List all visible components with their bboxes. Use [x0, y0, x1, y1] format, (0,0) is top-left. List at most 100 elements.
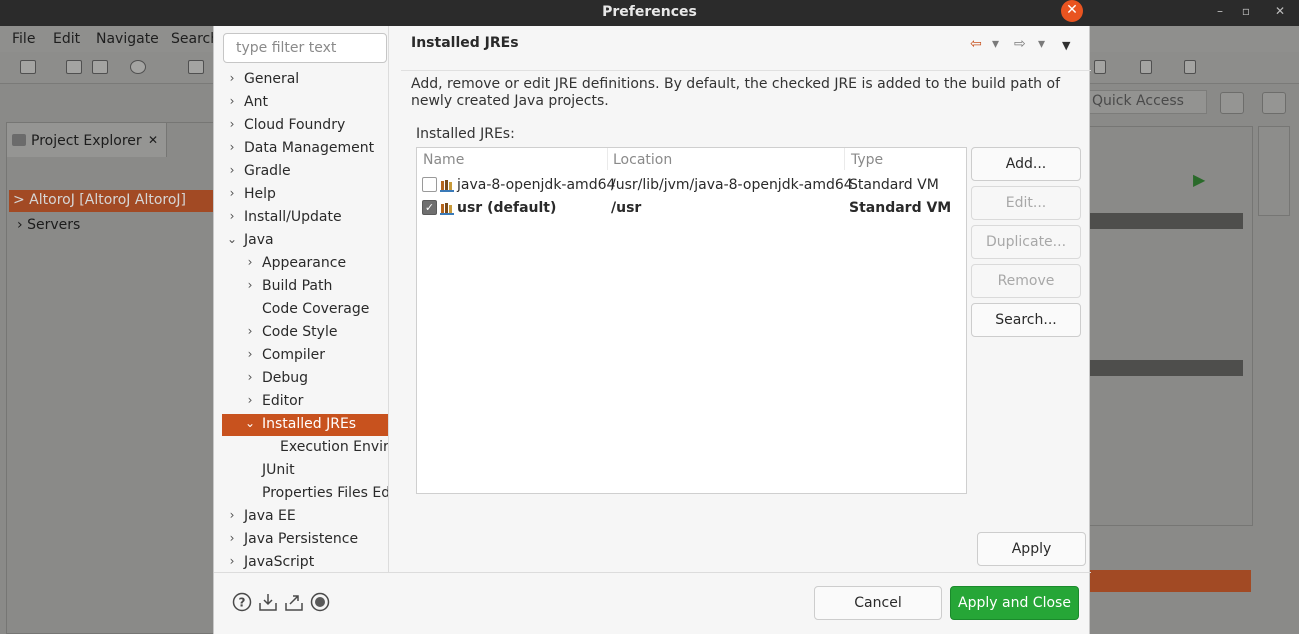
right-panel-bar-2 — [1089, 360, 1243, 376]
tree-item[interactable]: › Java Persistence — [222, 529, 388, 551]
project-explorer-tab[interactable]: Project Explorer ✕ — [7, 123, 167, 157]
remove-button[interactable]: Remove — [971, 264, 1081, 298]
column-header-name[interactable]: Name — [423, 152, 464, 168]
search-button[interactable]: Search... — [971, 303, 1081, 337]
tree-item[interactable]: › Build Path — [222, 276, 388, 298]
run-icon[interactable]: ▶ — [1193, 170, 1205, 189]
tree-item[interactable]: Properties Files Editor — [222, 483, 388, 505]
project-item-altoroj[interactable]: > AltoroJ [AltoroJ AltoroJ] — [9, 190, 215, 212]
tree-item[interactable]: Code Coverage — [222, 299, 388, 321]
duplicate-button[interactable]: Duplicate... — [971, 225, 1081, 259]
window-title: Preferences — [602, 4, 697, 20]
cancel-button[interactable]: Cancel — [814, 586, 942, 620]
menu-edit[interactable]: Edit — [53, 31, 80, 47]
expand-arrow-icon[interactable]: › — [244, 370, 256, 384]
tree-item-label: Code Style — [262, 324, 338, 340]
expand-arrow-icon[interactable]: › — [226, 163, 238, 177]
forward-history-icon[interactable]: ▾ — [1038, 36, 1045, 52]
tree-item[interactable]: ⌄ Java — [222, 230, 388, 252]
expand-arrow-icon[interactable]: › — [226, 71, 238, 85]
jre-checkbox[interactable] — [422, 177, 437, 192]
menu-file[interactable]: File — [12, 31, 35, 47]
tree-item[interactable]: Execution Environments — [222, 437, 388, 459]
nav-next-icon[interactable] — [1184, 60, 1196, 74]
tree-item[interactable]: › Code Style — [222, 322, 388, 344]
expand-arrow-icon[interactable]: › — [226, 94, 238, 108]
window-close-icon[interactable]: ✕ — [1270, 4, 1290, 18]
record-icon[interactable] — [310, 592, 330, 612]
expand-arrow-icon[interactable]: › — [244, 347, 256, 361]
table-row[interactable]: ✓ usr (default) /usr Standard VM — [417, 197, 966, 219]
back-arrow-icon[interactable]: ⇦ — [970, 36, 982, 52]
add-button[interactable]: Add... — [971, 147, 1081, 181]
save-icon[interactable] — [66, 60, 82, 74]
filter-input[interactable] — [223, 33, 387, 63]
expand-arrow-icon[interactable]: › — [226, 554, 238, 568]
tree-item-label: Java EE — [244, 508, 296, 524]
collapse-arrow-icon[interactable]: ⌄ — [244, 416, 256, 430]
tree-item-label: JavaScript — [244, 554, 315, 570]
minimize-icon[interactable]: – — [1210, 4, 1230, 18]
view-menu-icon[interactable]: ▼ — [1062, 39, 1070, 52]
tree-item-label: General — [244, 71, 300, 87]
expand-arrow-icon[interactable]: › — [226, 209, 238, 223]
tree-item[interactable]: › Java EE — [222, 506, 388, 528]
tree-item-label: Ant — [244, 94, 268, 110]
tree-item[interactable]: › Data Management — [222, 138, 388, 160]
tree-item[interactable]: › Ant — [222, 92, 388, 114]
tree-item[interactable]: › Install/Update — [222, 207, 388, 229]
new-icon[interactable] — [20, 60, 36, 74]
project-explorer-icon — [12, 134, 26, 146]
expand-arrow-icon[interactable]: › — [226, 508, 238, 522]
expand-arrow-icon[interactable]: › — [244, 393, 256, 407]
tree-item[interactable]: › Debug — [222, 368, 388, 390]
collapse-arrow-icon[interactable]: ⌄ — [226, 232, 238, 246]
dialog-close-icon[interactable]: ✕ — [1061, 0, 1083, 22]
save-all-icon[interactable] — [92, 60, 108, 74]
expand-arrow-icon[interactable]: › — [226, 531, 238, 545]
nav-back-icon[interactable] — [1094, 60, 1106, 74]
tree-item-label: Editor — [262, 393, 304, 409]
forward-arrow-icon[interactable]: ⇨ — [1014, 36, 1026, 52]
back-history-icon[interactable]: ▾ — [992, 36, 999, 52]
tree-item-label: Installed JREs — [262, 416, 357, 432]
java-ee-perspective-icon[interactable] — [1262, 92, 1286, 114]
close-tab-icon[interactable]: ✕ — [148, 133, 158, 147]
tree-item[interactable]: › Compiler — [222, 345, 388, 367]
tree-item[interactable]: › General — [222, 69, 388, 91]
open-perspective-icon[interactable] — [1220, 92, 1244, 114]
table-row[interactable]: java-8-openjdk-amd64 /usr/lib/jvm/java-8… — [417, 174, 966, 196]
tree-item[interactable]: › Help — [222, 184, 388, 206]
expand-arrow-icon[interactable]: › — [226, 117, 238, 131]
tree-item[interactable]: › Appearance — [222, 253, 388, 275]
tree-item[interactable]: › Gradle — [222, 161, 388, 183]
menu-navigate[interactable]: Navigate — [96, 31, 159, 47]
terminal-icon[interactable] — [188, 60, 204, 74]
help-icon[interactable]: ? — [232, 592, 252, 612]
expand-arrow-icon[interactable]: › — [226, 186, 238, 200]
tree-item[interactable]: ⌄ Installed JREs — [222, 414, 388, 436]
expand-arrow-icon[interactable]: › — [244, 255, 256, 269]
tree-item[interactable]: › JavaScript — [222, 552, 388, 570]
apply-button[interactable]: Apply — [977, 532, 1086, 566]
tree-item[interactable]: › Editor — [222, 391, 388, 413]
apply-and-close-button[interactable]: Apply and Close — [950, 586, 1079, 620]
debug-icon[interactable] — [130, 60, 146, 74]
expand-arrow-icon[interactable]: › — [244, 324, 256, 338]
expand-arrow-icon[interactable]: › — [244, 278, 256, 292]
maximize-icon[interactable]: ▫ — [1236, 4, 1256, 18]
jre-checkbox-checked[interactable]: ✓ — [422, 200, 437, 215]
column-header-location[interactable]: Location — [613, 152, 672, 168]
import-icon[interactable] — [258, 592, 278, 612]
expand-arrow-icon[interactable]: › — [226, 140, 238, 154]
quick-access-field[interactable]: Quick Access — [1089, 90, 1207, 114]
tree-item[interactable]: › Cloud Foundry — [222, 115, 388, 137]
svg-text:?: ? — [239, 596, 246, 610]
export-icon[interactable] — [284, 592, 304, 612]
column-header-type[interactable]: Type — [851, 152, 883, 168]
nav-prev-icon[interactable] — [1140, 60, 1152, 74]
tree-item[interactable]: JUnit — [222, 460, 388, 482]
edit-button[interactable]: Edit... — [971, 186, 1081, 220]
menu-search[interactable]: Search — [171, 31, 219, 47]
project-item-servers[interactable]: › Servers — [17, 217, 80, 233]
